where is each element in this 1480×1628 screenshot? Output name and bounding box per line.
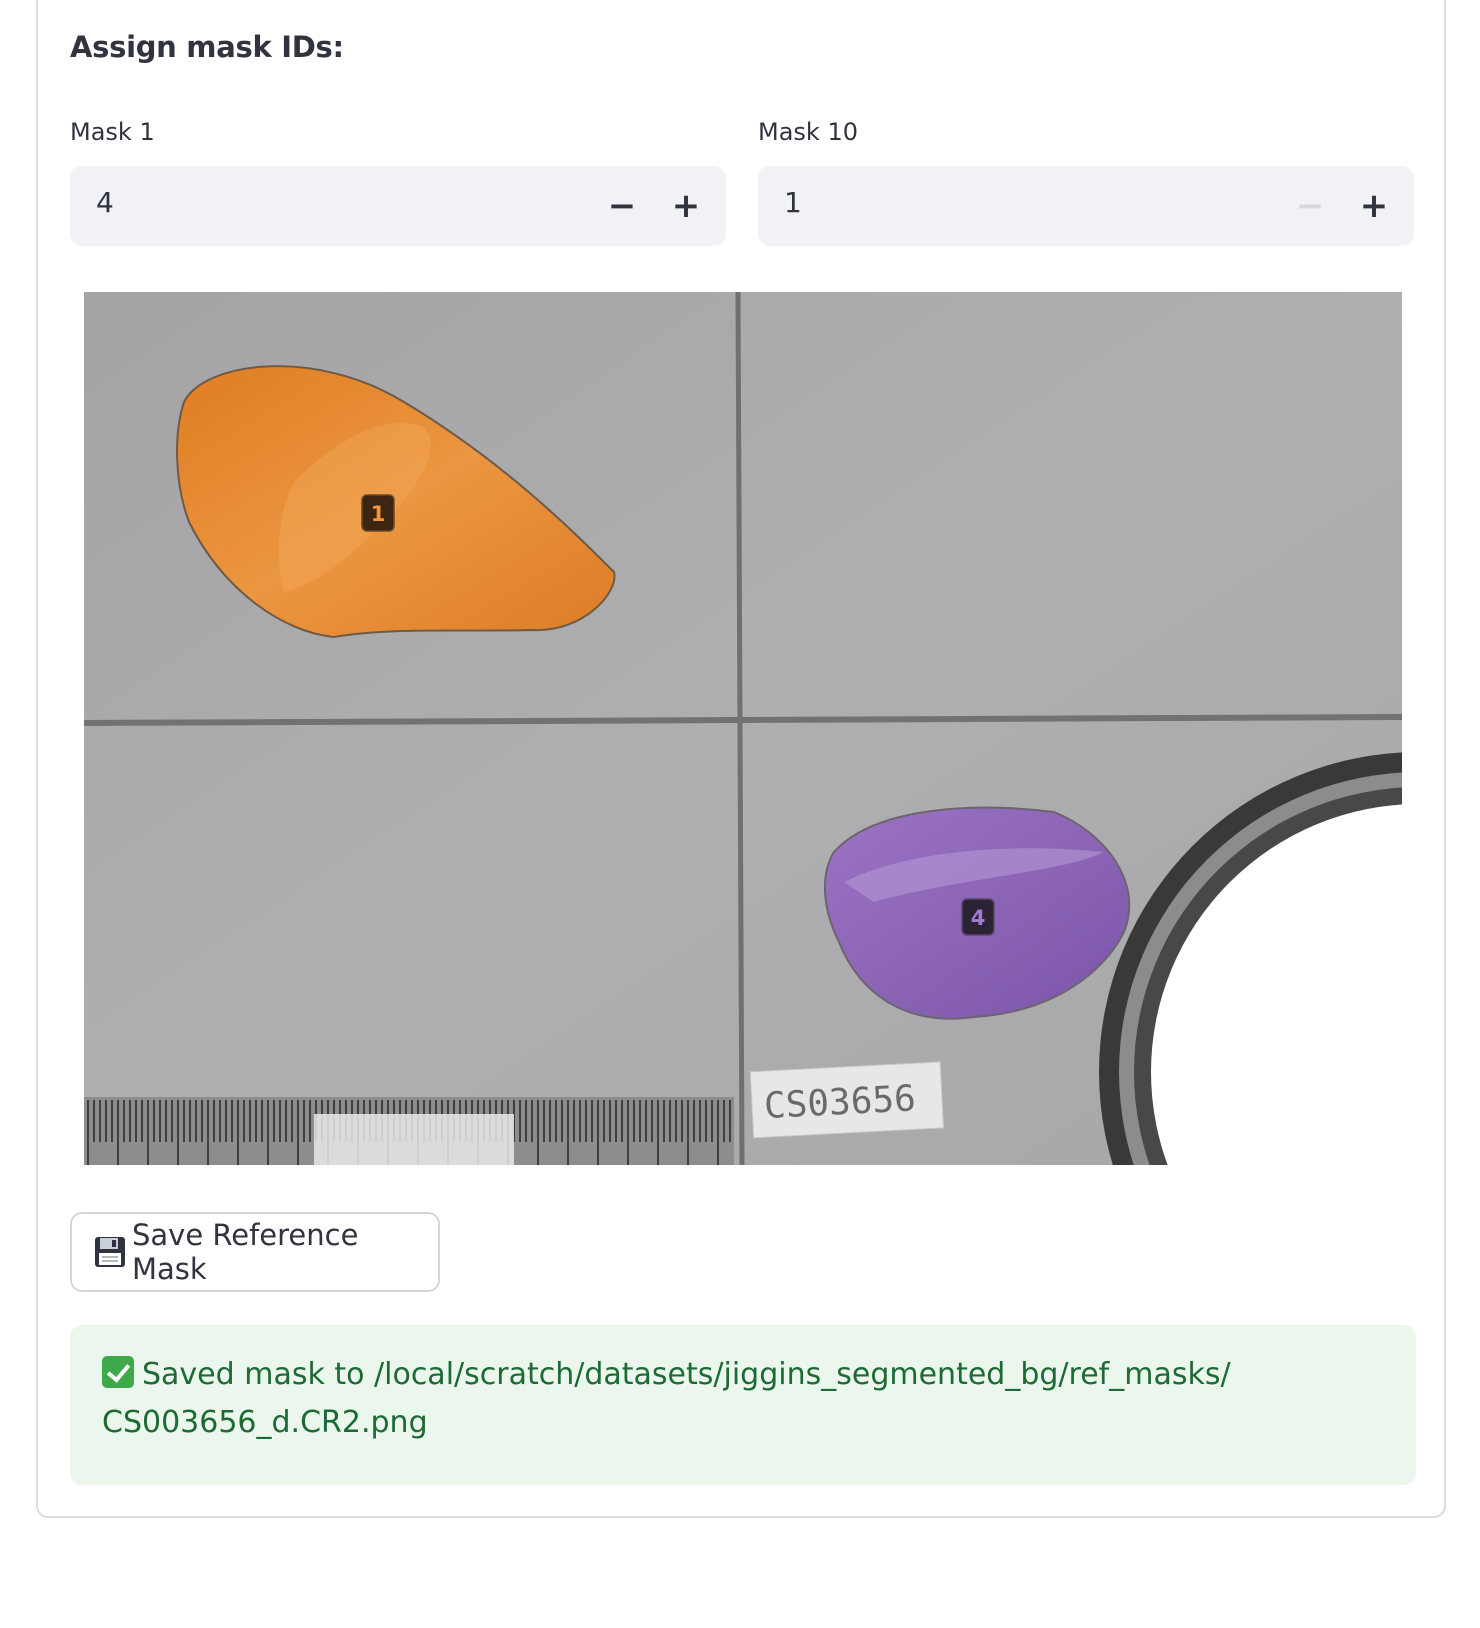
check-mark-icon — [102, 1356, 134, 1388]
mask-10-decrement-button[interactable]: − — [1282, 178, 1338, 234]
svg-text:1: 1 — [371, 502, 386, 526]
mask-10-label: Mask 10 — [758, 118, 858, 146]
floppy-disk-icon — [94, 1236, 126, 1268]
mask-10-increment-button[interactable]: + — [1346, 178, 1402, 234]
svg-text:4: 4 — [971, 906, 986, 930]
mask-10-number-input[interactable]: 1 − + — [758, 166, 1414, 246]
mask-id-badge-1: 1 — [361, 494, 395, 532]
mask-1-value[interactable]: 4 — [96, 186, 114, 219]
mask-1-decrement-button[interactable]: − — [594, 178, 650, 234]
mask-10-value[interactable]: 1 — [784, 186, 802, 219]
success-alert: Saved mask to /local/scratch/datasets/ji… — [70, 1325, 1416, 1485]
save-reference-mask-button[interactable]: Save Reference Mask — [70, 1212, 440, 1292]
section-heading: Assign mask IDs: — [70, 30, 344, 64]
success-message: Saved mask to /local/scratch/datasets/ji… — [142, 1357, 1231, 1392]
mask-1-number-input[interactable]: 4 − + — [70, 166, 726, 246]
segmentation-preview-image: CS03656 1 4 — [84, 292, 1402, 1165]
mask-1-label: Mask 1 — [70, 118, 155, 146]
save-button-label: Save Reference Mask — [132, 1218, 359, 1286]
success-message-filename: CS003656_d.CR2.png — [102, 1405, 428, 1440]
mask-id-badge-4: 4 — [961, 898, 995, 936]
specimen-tag-text: CS03656 — [763, 1078, 917, 1127]
mask-1-increment-button[interactable]: + — [658, 178, 714, 234]
